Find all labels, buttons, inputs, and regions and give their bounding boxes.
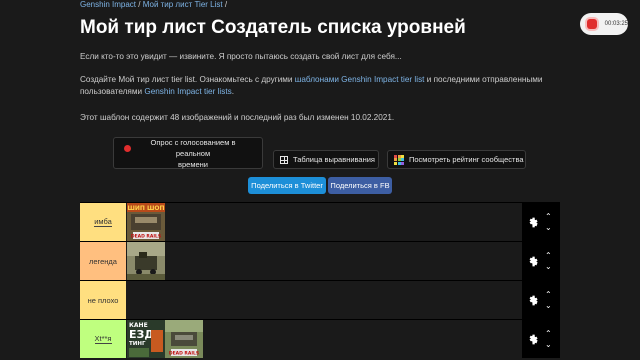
tier-item-image[interactable]: DEAD RAILS — [165, 320, 203, 358]
page-title: Мой тир лист Создатель списка уровней — [80, 17, 466, 38]
gear-icon[interactable] — [526, 255, 539, 268]
alignment-table-button[interactable]: Таблица выравнивания — [273, 150, 379, 169]
tier-label[interactable]: Xt**я — [80, 320, 126, 358]
svg-text:ТИНГ: ТИНГ — [129, 341, 146, 347]
tier-row: имба ШИП ШОП DEAD RAILS ⌃ ⌄ — [80, 202, 560, 241]
tier-items: КАНЕ ЕЗД ТИНГ DEAD RAILS — [127, 320, 203, 358]
user-tierlists-link[interactable]: Genshin Impact tier lists — [144, 87, 231, 96]
tier-row: легенда ⌃ ⌄ — [80, 241, 560, 280]
chevron-down-icon[interactable]: ⌄ — [545, 261, 552, 272]
template-meta: Этот шаблон содержит 48 изображений и по… — [80, 113, 395, 122]
recorder-time: 00:03:25 — [604, 21, 628, 27]
screen-recorder[interactable]: 00:03:25 — [580, 13, 628, 35]
tier-controls: ⌃ ⌄ — [522, 320, 560, 358]
chevron-down-icon[interactable]: ⌄ — [545, 300, 552, 311]
intro-text: Если кто-то это увидит — извините. Я про… — [80, 52, 402, 61]
chevron-down-icon[interactable]: ⌄ — [545, 339, 552, 350]
tier-row: не плохо ⌃ ⌄ — [80, 280, 560, 319]
tier-label[interactable]: имба — [80, 203, 126, 241]
templates-link[interactable]: шаблонами Genshin Impact tier list — [295, 75, 425, 84]
tier-label[interactable]: не плохо — [80, 281, 126, 319]
svg-text:DEAD RAILS: DEAD RAILS — [169, 351, 199, 357]
share-facebook-button[interactable]: Поделиться в FB — [328, 177, 392, 194]
tier-item-image[interactable] — [127, 242, 165, 280]
record-icon[interactable] — [587, 19, 597, 29]
breadcrumb-genshin-link[interactable]: Genshin Impact — [80, 0, 136, 9]
breadcrumb-tierlist-link[interactable]: Мой тир лист Tier List — [143, 0, 223, 9]
grid-icon — [280, 155, 288, 164]
tier-controls: ⌃ ⌄ — [522, 281, 560, 319]
breadcrumb: Genshin Impact / Мой тир лист Tier List … — [80, 0, 228, 9]
chevron-down-icon[interactable]: ⌄ — [545, 222, 552, 233]
tier-controls: ⌃ ⌄ — [522, 203, 560, 241]
chevron-up-icon[interactable]: ⌃ — [545, 211, 552, 222]
svg-text:ШИП ШОП: ШИП ШОП — [127, 205, 164, 212]
chevron-up-icon[interactable]: ⌃ — [545, 328, 552, 339]
tier-items — [127, 242, 165, 280]
tier-items: ШИП ШОП DEAD RAILS — [127, 203, 165, 241]
gear-icon[interactable] — [526, 216, 539, 229]
share-twitter-button[interactable]: Поделиться в Twitter — [248, 177, 326, 194]
gear-icon[interactable] — [526, 333, 539, 346]
tier-controls: ⌃ ⌄ — [522, 242, 560, 280]
svg-text:ЕЗД: ЕЗД — [129, 328, 154, 341]
tier-label[interactable]: легенда — [80, 242, 126, 280]
tier-row: Xt**я КАНЕ ЕЗД ТИНГ DEAD RAILS ⌃ ⌄ — [80, 319, 560, 358]
tier-item-image[interactable]: ШИП ШОП DEAD RAILS — [127, 203, 165, 241]
record-icon — [124, 144, 131, 152]
description-text: Создайте Мой тир лист tier list. Ознаком… — [80, 75, 543, 96]
community-rating-button[interactable]: Посмотреть рейтинг сообщества — [387, 150, 526, 169]
chevron-up-icon[interactable]: ⌃ — [545, 250, 552, 261]
gear-icon[interactable] — [526, 294, 539, 307]
tier-item-image[interactable]: КАНЕ ЕЗД ТИНГ — [127, 320, 165, 358]
rating-grid-icon — [394, 154, 404, 165]
realtime-poll-button[interactable]: Опрос с голосованием в реальном времени — [113, 137, 263, 169]
chevron-up-icon[interactable]: ⌃ — [545, 289, 552, 300]
svg-text:DEAD RAILS: DEAD RAILS — [131, 234, 161, 240]
